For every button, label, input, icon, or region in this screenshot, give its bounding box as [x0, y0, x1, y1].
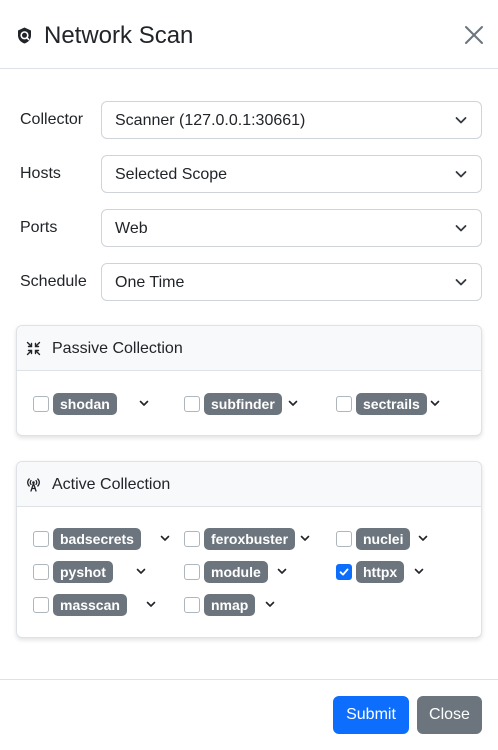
schedule-value: One Time [115, 274, 185, 291]
collector-label: Collector [20, 111, 84, 128]
active-collection-title: Active Collection [52, 476, 171, 493]
tool-checkbox[interactable] [33, 597, 49, 613]
tool-checkbox[interactable] [184, 396, 200, 412]
tool-badge[interactable]: pyshot [53, 561, 113, 583]
tool-checkbox[interactable] [336, 531, 352, 547]
chevron-down-icon[interactable] [265, 601, 275, 608]
passive-collection-header: Passive Collection [17, 326, 481, 371]
chevron-down-icon[interactable] [277, 568, 287, 575]
chevron-down-icon[interactable] [418, 535, 428, 542]
tool-badge[interactable]: sectrails [356, 393, 427, 415]
tool-badge[interactable]: nuclei [356, 528, 411, 550]
ports-select[interactable]: Web [101, 209, 482, 247]
chevron-down-icon[interactable] [414, 568, 424, 575]
tool-checkbox[interactable] [33, 531, 49, 547]
passive-collection-card: Passive Collection shodan subfinder sect… [16, 325, 482, 436]
tool-badge[interactable]: shodan [53, 393, 117, 415]
chevron-down-icon [455, 225, 467, 232]
chevron-down-icon[interactable] [288, 400, 298, 407]
tool-badge[interactable]: subfinder [204, 393, 282, 415]
hosts-label: Hosts [20, 165, 61, 182]
ports-label: Ports [20, 219, 58, 236]
tool-checkbox[interactable] [336, 396, 352, 412]
chevron-down-icon [455, 279, 467, 286]
chevron-down-icon[interactable] [136, 568, 146, 575]
tool-checkbox[interactable] [336, 564, 352, 580]
chevron-down-icon[interactable] [160, 535, 170, 542]
chevron-down-icon [455, 171, 467, 178]
ports-value: Web [115, 220, 148, 237]
passive-collection-title: Passive Collection [52, 340, 183, 357]
tool-checkbox[interactable] [184, 597, 200, 613]
collector-select[interactable]: Scanner (127.0.0.1:30661) [101, 101, 482, 139]
chevron-down-icon[interactable] [430, 400, 440, 407]
tool-checkbox[interactable] [33, 396, 49, 412]
hosts-select[interactable]: Selected Scope [101, 155, 482, 193]
check-icon [339, 568, 349, 576]
schedule-label: Schedule [20, 273, 87, 290]
submit-button[interactable]: Submit [333, 696, 409, 734]
ports-row: Ports Web [0, 209, 498, 247]
chevron-down-icon[interactable] [146, 601, 156, 608]
chevron-down-icon[interactable] [300, 535, 310, 542]
collector-value: Scanner (127.0.0.1:30661) [115, 112, 306, 129]
active-collection-card: Active Collection badsecrets feroxbuster… [16, 461, 482, 638]
tool-checkbox[interactable] [33, 564, 49, 580]
hosts-row: Hosts Selected Scope [0, 155, 498, 193]
close-icon[interactable] [463, 24, 485, 46]
modal-header: Network Scan [0, 0, 498, 69]
schedule-row: Schedule One Time [0, 263, 498, 301]
chevron-down-icon[interactable] [139, 400, 149, 407]
shield-icon [18, 27, 31, 44]
modal-title: Network Scan [44, 22, 194, 49]
tool-badge[interactable]: nmap [204, 594, 256, 616]
tool-badge[interactable]: badsecrets [53, 528, 141, 550]
tool-badge[interactable]: module [204, 561, 268, 583]
active-collection-header: Active Collection [17, 462, 481, 507]
tool-checkbox[interactable] [184, 564, 200, 580]
tool-checkbox[interactable] [184, 531, 200, 547]
tool-badge[interactable]: masscan [53, 594, 127, 616]
broadcast-tower-icon [27, 478, 40, 492]
modal-footer: Submit Close [0, 679, 498, 750]
tool-badge[interactable]: httpx [356, 561, 405, 583]
close-button[interactable]: Close [417, 696, 482, 734]
chevron-down-icon [455, 117, 467, 124]
compress-arrows-icon [26, 341, 41, 356]
collector-row: Collector Scanner (127.0.0.1:30661) [0, 101, 498, 139]
hosts-value: Selected Scope [115, 166, 228, 183]
schedule-select[interactable]: One Time [101, 263, 482, 301]
tool-badge[interactable]: feroxbuster [204, 528, 296, 550]
